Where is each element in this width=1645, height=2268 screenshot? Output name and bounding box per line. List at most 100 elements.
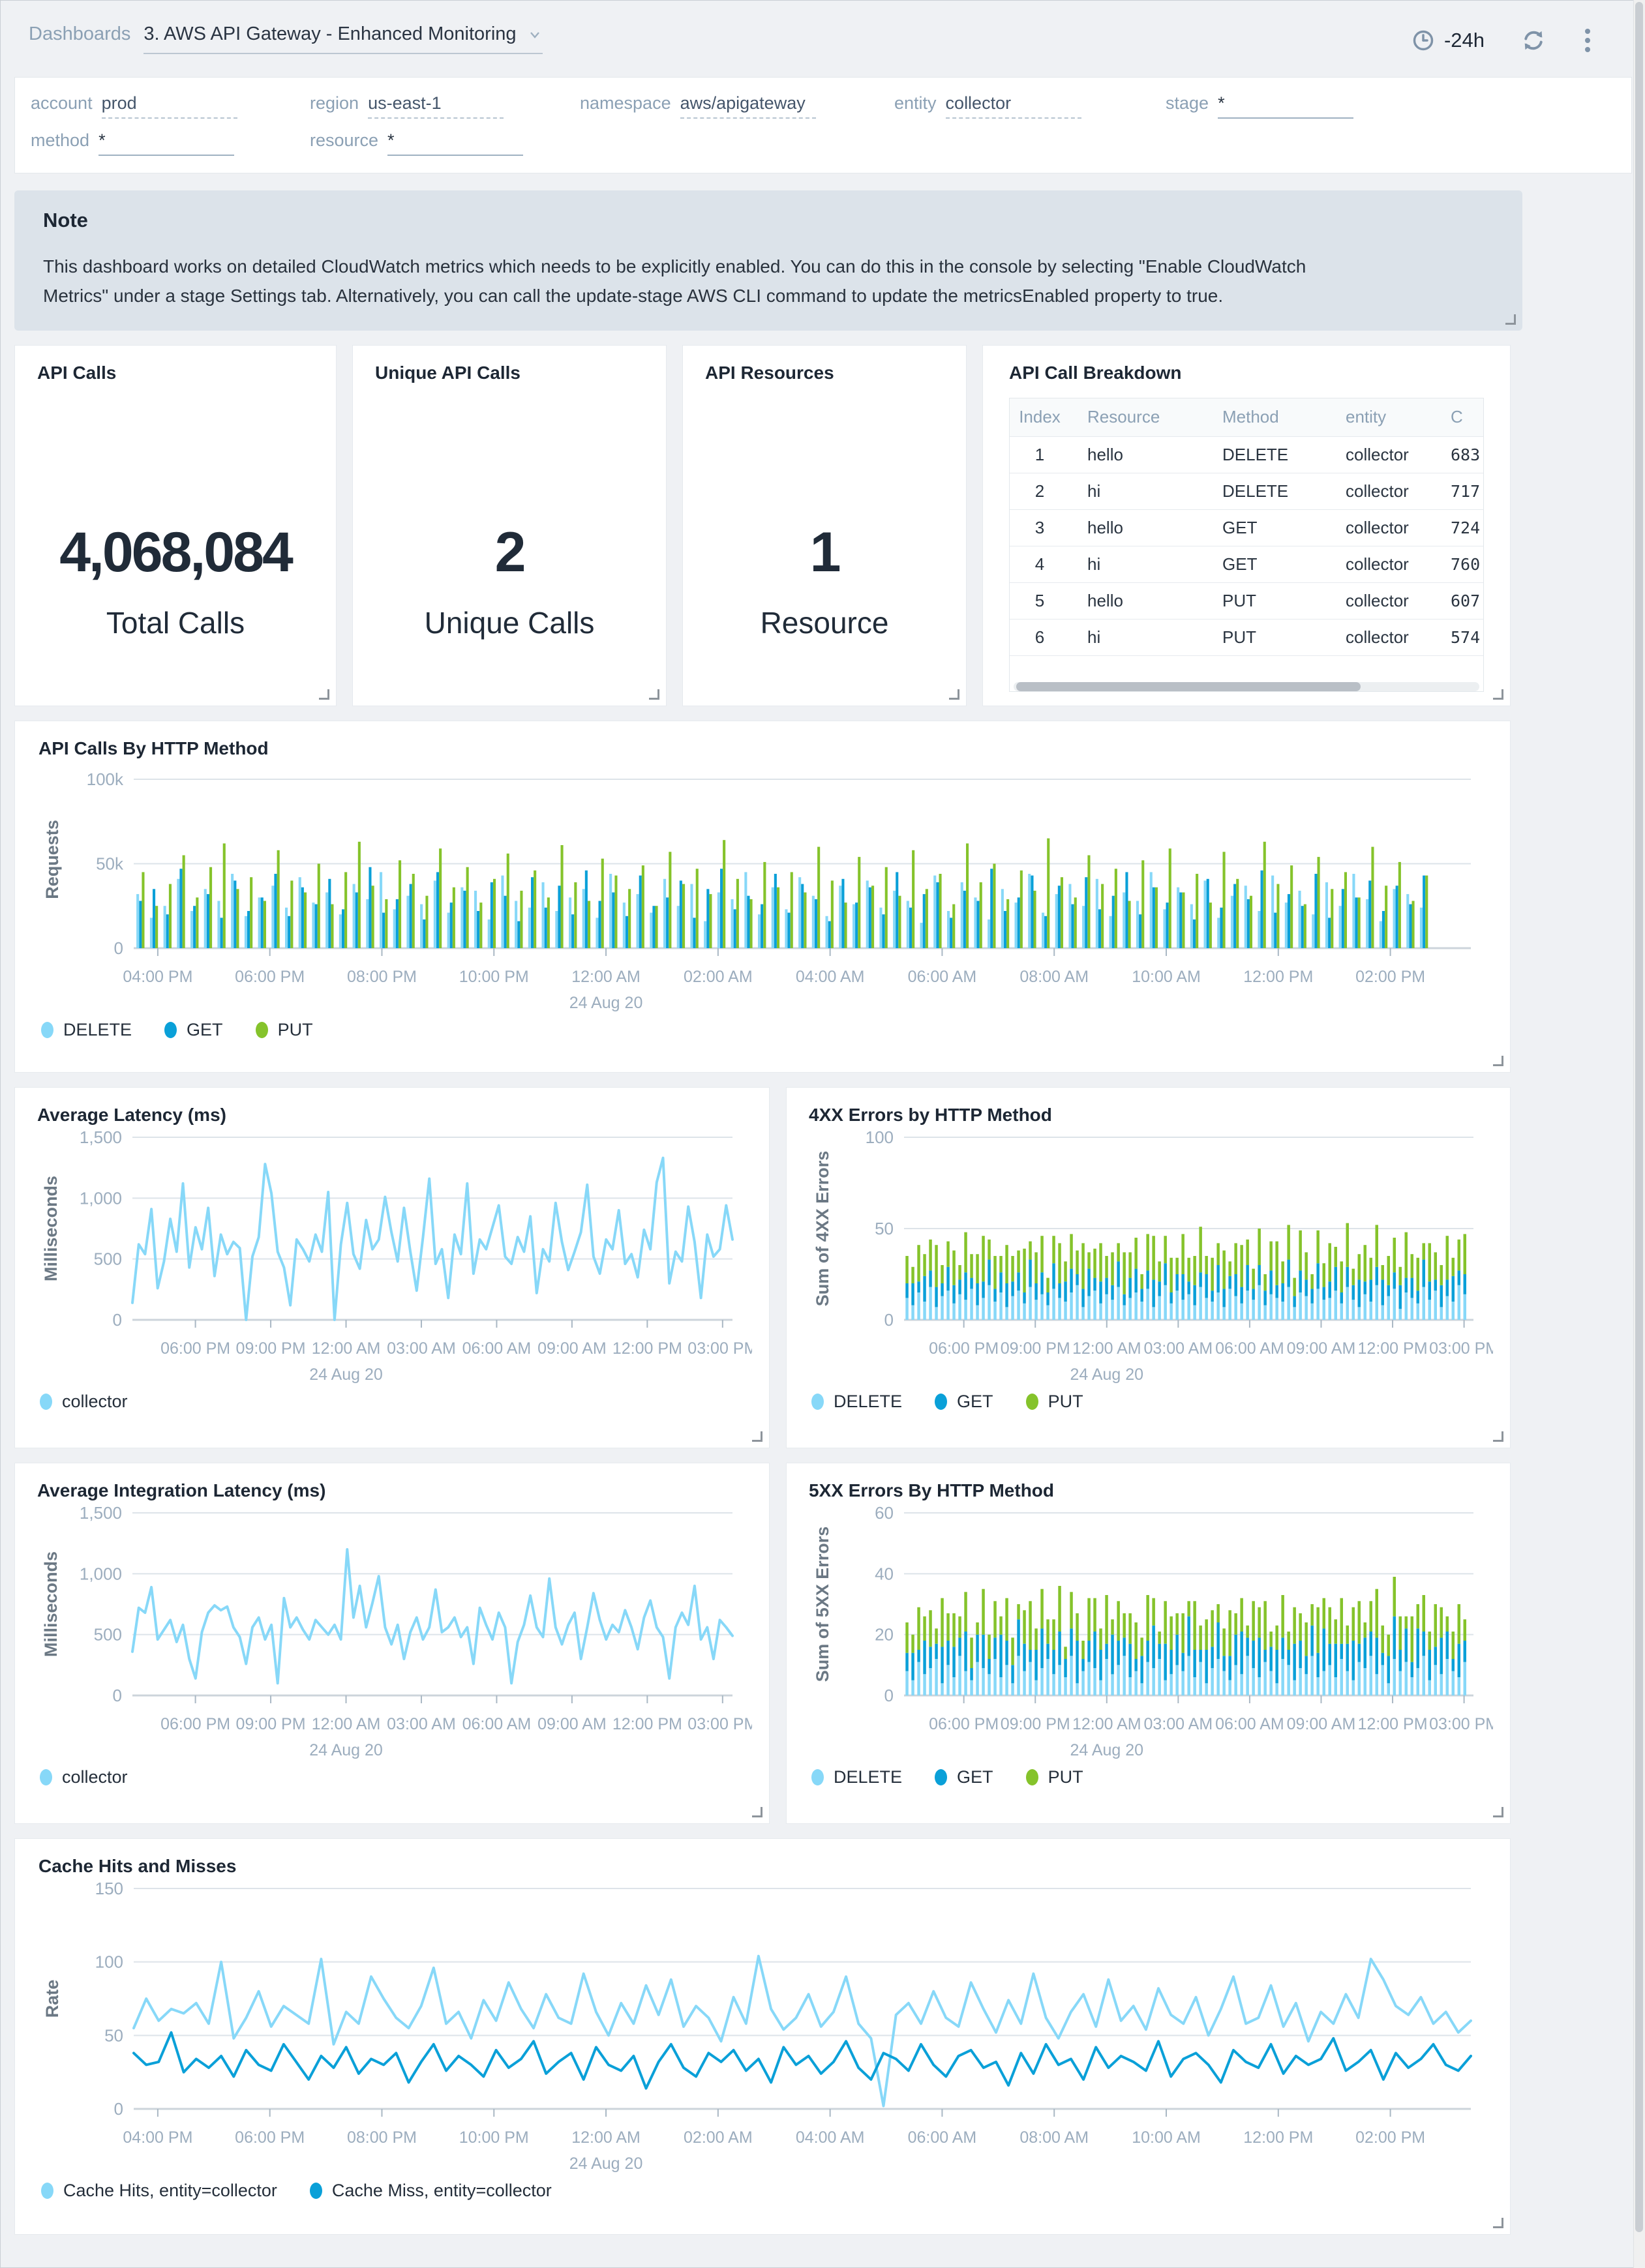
table-scrollbar-thumb[interactable]	[1016, 681, 1361, 691]
refresh-icon[interactable]	[1521, 28, 1546, 53]
filter-account: account prod	[31, 93, 310, 119]
resize-handle[interactable]	[1493, 1431, 1503, 1442]
filter-value-entity[interactable]: collector	[945, 93, 1081, 119]
legend-label: GET	[187, 1019, 223, 1039]
filter-value-stage[interactable]: *	[1218, 93, 1354, 119]
resize-handle[interactable]	[1493, 1055, 1503, 1066]
svg-text:Milliseconds: Milliseconds	[41, 1176, 61, 1281]
legend-item[interactable]: PUT	[1025, 1392, 1083, 1412]
legend-item[interactable]: collector	[40, 1392, 128, 1412]
avg-integration-latency-chart[interactable]: 0 500 1,000 1,500 Milliseconds 06:00 PM 09:00 …	[35, 1502, 757, 1763]
filter-value-region[interactable]: us-east-1	[368, 93, 504, 119]
legend-item[interactable]: GET	[935, 1767, 993, 1787]
svg-text:03:00 PM: 03:00 PM	[687, 1715, 752, 1733]
legend-label: Cache Miss, entity=collector	[331, 2180, 552, 2200]
resize-handle[interactable]	[1493, 1806, 1503, 1817]
filter-value-method[interactable]: *	[98, 130, 235, 156]
filter-label: stage	[1166, 93, 1209, 113]
legend-item[interactable]: Cache Hits, entity=collector	[41, 2181, 277, 2201]
table-row: 1helloDELETEcollector683,9	[1010, 436, 1483, 473]
svg-text:50k: 50k	[96, 854, 124, 873]
svg-text:60: 60	[875, 1503, 894, 1523]
more-options-menu[interactable]	[1582, 26, 1593, 55]
svg-text:08:00 PM: 08:00 PM	[347, 2128, 417, 2147]
resize-handle[interactable]	[949, 689, 959, 700]
chart-title: 4XX Errors by HTTP Method	[809, 1104, 1052, 1125]
column-header: Resource	[1070, 398, 1205, 437]
svg-text:09:00 PM: 09:00 PM	[236, 1339, 306, 1358]
api-calls-by-method-chart[interactable]: 0 50k 100k Requests 04:00 PM 06:00 PM 08:00 PM…	[36, 760, 1490, 1016]
legend-item[interactable]: GET	[935, 1392, 993, 1412]
filter-value-resource[interactable]: *	[387, 130, 524, 156]
5xx-errors-chart[interactable]: 0 20 40 60 Sum of 5XX Errors 06:00 PM 09:00 PM…	[806, 1502, 1499, 1763]
svg-text:09:00 AM: 09:00 AM	[1287, 1715, 1356, 1733]
stats-row: API Calls 4,068,084 Total Calls Unique API …	[14, 344, 1511, 706]
svg-text:08:00 AM: 08:00 AM	[1019, 968, 1089, 986]
4xx-errors-chart[interactable]: 0 50 100 Sum of 4XX Errors 06:00 PM 09:00 PM 1…	[806, 1127, 1499, 1388]
stat-title: API Calls	[37, 362, 117, 383]
legend-item[interactable]: PUT	[255, 1020, 313, 1040]
stat-card-api-calls: API Calls 4,068,084 Total Calls	[14, 344, 337, 706]
charts-row-1: Average Latency (ms) 0 500 1,000 1,500 Milli…	[14, 1086, 1511, 1448]
page-scrollbar-thumb[interactable]	[1635, 2, 1643, 2232]
resize-handle[interactable]	[1493, 2217, 1503, 2228]
resize-handle[interactable]	[319, 689, 329, 700]
avg-latency-chart[interactable]: 0 500 1,000 1,500 Milliseconds 06:00 PM 09:00 …	[35, 1127, 757, 1388]
chart-title: 5XX Errors By HTTP Method	[809, 1480, 1055, 1500]
svg-text:02:00 PM: 02:00 PM	[1355, 2128, 1425, 2147]
4xx-errors-panel: 4XX Errors by HTTP Method 0 50 100 Sum of 4…	[786, 1086, 1511, 1448]
column-header: C	[1445, 398, 1483, 437]
legend-item[interactable]: PUT	[1025, 1767, 1083, 1787]
table-row: 3helloGETcollector724,3	[1010, 509, 1483, 546]
svg-text:50: 50	[104, 2025, 123, 2045]
legend-label: collector	[62, 1391, 128, 1411]
legend-item[interactable]: Cache Miss, entity=collector	[309, 2180, 552, 2201]
resize-handle[interactable]	[1505, 314, 1516, 325]
filter-label: namespace	[580, 93, 671, 113]
legend-color-chip	[935, 1393, 948, 1410]
resize-handle[interactable]	[649, 689, 659, 700]
legend-item[interactable]: DELETE	[811, 1392, 902, 1412]
svg-text:Sum of 4XX Errors: Sum of 4XX Errors	[813, 1150, 832, 1306]
chart-title: API Calls By HTTP Method	[38, 738, 269, 758]
filter-value-namespace[interactable]: aws/apigateway	[680, 93, 816, 119]
legend-item[interactable]: collector	[40, 1767, 128, 1787]
legend-item[interactable]: DELETE	[41, 1020, 132, 1040]
legend-label: GET	[957, 1767, 993, 1787]
filter-label: region	[310, 93, 359, 113]
svg-text:100: 100	[866, 1127, 894, 1147]
clock-icon	[1413, 30, 1434, 51]
resize-handle[interactable]	[1493, 689, 1503, 700]
table-cell: 4	[1010, 545, 1070, 583]
table-cell: GET	[1205, 509, 1329, 546]
stat-label: Resource	[760, 605, 889, 640]
table-cell: hello	[1070, 582, 1205, 619]
svg-text:0: 0	[114, 2099, 123, 2119]
legend-item[interactable]: GET	[164, 1020, 223, 1040]
legend-item[interactable]: DELETE	[811, 1767, 902, 1787]
resize-handle[interactable]	[752, 1806, 762, 1817]
api-call-breakdown-panel: API Call Breakdown Index Resource Method en…	[982, 344, 1511, 706]
dashboard-title-dropdown[interactable]: 3. AWS API Gateway - Enhanced Monitoring	[143, 23, 543, 54]
time-range-picker[interactable]: -24h	[1411, 29, 1485, 52]
filter-label: entity	[894, 93, 937, 113]
breadcrumb[interactable]: Dashboards	[29, 23, 130, 45]
svg-text:10:00 AM: 10:00 AM	[1132, 2128, 1201, 2147]
filter-region: region us-east-1	[310, 93, 580, 119]
svg-text:1,500: 1,500	[80, 1127, 122, 1147]
table-header-row: Index Resource Method entity C	[1010, 398, 1483, 437]
resize-handle[interactable]	[752, 1431, 762, 1442]
table-cell: 3	[1010, 509, 1070, 546]
filter-value-account[interactable]: prod	[101, 93, 237, 119]
svg-text:500: 500	[94, 1249, 122, 1268]
stat-title: API Resources	[705, 362, 834, 383]
svg-text:12:00 AM: 12:00 AM	[312, 1715, 381, 1733]
legend-color-chip	[41, 2182, 53, 2199]
cache-hits-misses-chart[interactable]: 0 50 100 150 Rate 04:00 PM 06:00 PM 08:00 PM 10:…	[36, 1878, 1490, 2177]
legend-color-chip	[1025, 1393, 1038, 1410]
filter-row-1: account prod region us-east-1 namespace aws/a…	[31, 93, 1631, 119]
breakdown-title: API Call Breakdown	[1009, 362, 1182, 383]
svg-text:09:00 PM: 09:00 PM	[1001, 1339, 1070, 1358]
svg-text:24 Aug 20: 24 Aug 20	[1070, 1365, 1143, 1384]
note-title: Note	[43, 209, 88, 231]
